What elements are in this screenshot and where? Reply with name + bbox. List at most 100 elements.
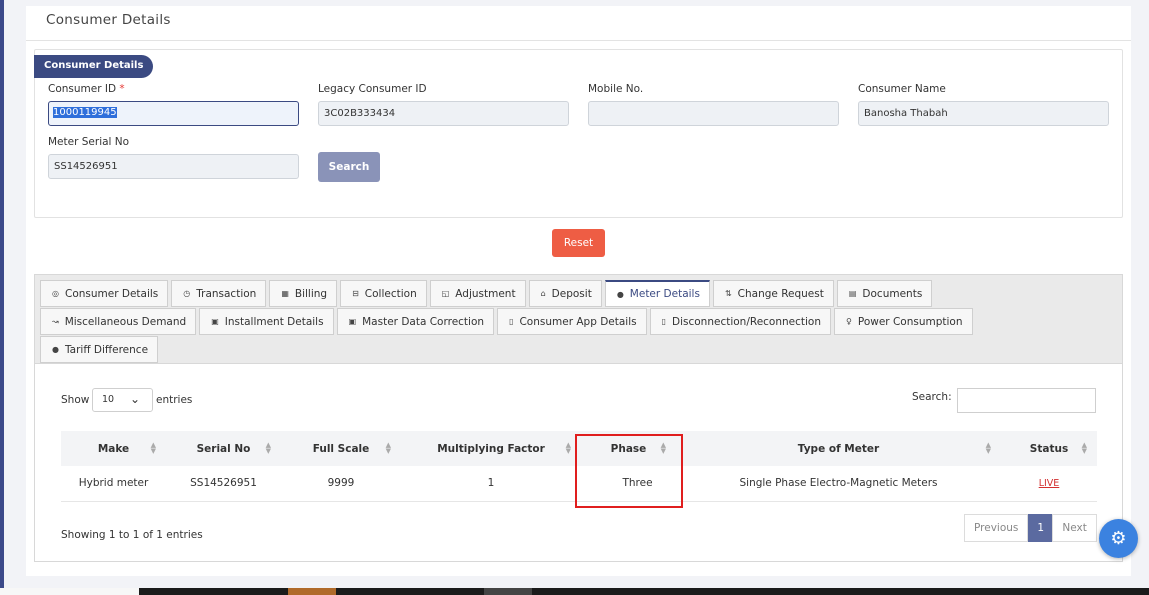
table-controls: Show 10 ⌄ entries Search: — [35, 364, 1122, 424]
search-button[interactable]: Search — [318, 152, 380, 182]
consumer-name-label: Consumer Name — [858, 83, 946, 95]
consumer-id-input[interactable]: 1000119945 — [48, 101, 299, 126]
tab-icon: ▯ — [509, 317, 514, 326]
page-container: Consumer Details Consumer Details Consum… — [26, 6, 1131, 576]
tab-icon: ▯ — [661, 317, 667, 326]
table-body: Hybrid meter SS14526951 9999 1 Three Single P… — [61, 466, 1097, 502]
table-header-row: Make ▲ ▼ Serial No ▲ ▼ Full Scale ▲ ▼ Multiplying… — [61, 431, 1097, 466]
sort-icon: ▲ ▼ — [660, 441, 666, 455]
gear-icon: ⚙ — [1110, 528, 1127, 549]
tab-disconnection-reconnection[interactable]: ▯ Disconnection/Reconnection — [649, 308, 832, 335]
tab-icon: ↝ — [52, 317, 59, 326]
table-info: Showing 1 to 1 of 1 entries — [61, 529, 203, 541]
cell-phase: Three — [581, 466, 676, 502]
table-search-input[interactable] — [957, 388, 1096, 413]
page-title: Consumer Details — [46, 12, 171, 28]
tab-adjustment[interactable]: ◱ Adjustment — [429, 280, 526, 307]
column-header-phase[interactable]: Phase ▲ ▼ — [581, 431, 676, 466]
tab-label: Change Request — [737, 287, 824, 300]
column-header-status[interactable]: Status ▲ ▼ — [1001, 431, 1097, 466]
tab-icon: ◷ — [183, 289, 191, 298]
settings-gear-button[interactable]: ⚙ — [1099, 519, 1138, 558]
legacy-id-label: Legacy Consumer ID — [318, 83, 427, 95]
meter-serial-label: Meter Serial No — [48, 136, 130, 148]
tab-billing[interactable]: ▦ Billing — [269, 280, 338, 307]
tab-label: Deposit — [551, 287, 592, 300]
consumer-name-input[interactable] — [858, 101, 1109, 126]
tab-label: Consumer Details — [64, 287, 159, 300]
entries-select[interactable]: 10 ⌄ — [92, 388, 153, 412]
sort-icon: ▲ ▼ — [265, 441, 271, 455]
column-header-full-scale[interactable]: Full Scale ▲ ▼ — [281, 431, 401, 466]
legacy-id-input[interactable] — [318, 101, 569, 126]
table-row: Hybrid meter SS14526951 9999 1 Three Single P… — [61, 466, 1097, 502]
tab-icon: ● — [52, 345, 59, 354]
tab-meter-details[interactable]: ● Meter Details — [604, 280, 710, 307]
tab-collection[interactable]: ⊟ Collection — [340, 280, 427, 307]
cell-value: 1 — [487, 477, 495, 490]
taskbar-app-1[interactable] — [288, 588, 336, 595]
tab-icon: ▣ — [348, 317, 357, 326]
sort-icon: ▲ ▼ — [985, 441, 991, 455]
table-search-label: Search: — [912, 391, 952, 403]
status-live-link[interactable]: LIVE — [1039, 478, 1060, 489]
tab-consumer-details[interactable]: ◎ Consumer Details — [40, 280, 169, 307]
tab-documents[interactable]: ▤ Documents — [836, 280, 933, 307]
mobile-field: Mobile No. — [588, 83, 839, 126]
taskbar-app-2[interactable] — [484, 588, 532, 595]
column-header-multiplying-factor[interactable]: Multiplying Factor ▲ ▼ — [401, 431, 581, 466]
tab-power-consumption[interactable]: ♀ Power Consumption — [834, 308, 973, 335]
column-header-make[interactable]: Make ▲ ▼ — [61, 431, 166, 466]
column-header-serial-no[interactable]: Serial No ▲ ▼ — [166, 431, 281, 466]
tab-icon: ▦ — [281, 289, 289, 298]
next-button[interactable]: Next — [1052, 514, 1097, 542]
tab-label: Miscellaneous Demand — [64, 315, 187, 328]
previous-button[interactable]: Previous — [964, 514, 1029, 542]
tab-miscellaneous-demand[interactable]: ↝ Miscellaneous Demand — [40, 308, 197, 335]
column-header-type-of-meter[interactable]: Type of Meter ▲ ▼ — [676, 431, 1001, 466]
column-header-label: Type of Meter — [797, 442, 880, 455]
tab-icon: ● — [616, 289, 624, 299]
cell-value: SS14526951 — [190, 477, 257, 490]
tab-label: Adjustment — [455, 287, 516, 300]
cell-serial-no: SS14526951 — [166, 466, 281, 502]
tab-transaction[interactable]: ◷ Transaction — [171, 280, 267, 307]
sort-icon: ▲ ▼ — [1081, 441, 1087, 455]
tab-icon: ▣ — [211, 317, 219, 326]
cell-make: Hybrid meter — [61, 466, 166, 502]
tab-label: Tariff Difference — [64, 343, 149, 356]
tab-tariff-difference[interactable]: ● Tariff Difference — [40, 336, 159, 363]
entries-value: 10 — [102, 394, 115, 405]
cell-value: 9999 — [327, 477, 355, 490]
card-badge: Consumer Details — [34, 55, 154, 78]
cell-value: Single Phase Electro-Magnetic Meters — [739, 477, 938, 490]
tab-deposit[interactable]: ⌂ Deposit — [528, 280, 602, 307]
details-tabs-box: ◎ Consumer Details ◷ Transaction ▦ Billing ⊟ Co… — [34, 274, 1123, 562]
meter-serial-field: Meter Serial No — [48, 136, 299, 179]
tab-consumer-app-details[interactable]: ▯ Consumer App Details — [497, 308, 647, 335]
meter-details-table: Make ▲ ▼ Serial No ▲ ▼ Full Scale ▲ ▼ Multiplying… — [61, 431, 1097, 502]
column-header-label: Full Scale — [312, 442, 370, 455]
tab-icon: ◱ — [441, 289, 450, 298]
tab-icon: ⌂ — [540, 289, 546, 298]
tab-icon: ⇅ — [724, 289, 732, 298]
tab-master-data-correction[interactable]: ▣ Master Data Correction — [336, 308, 495, 335]
reset-button[interactable]: Reset — [552, 229, 605, 257]
tab-installment-details[interactable]: ▣ Installment Details — [199, 308, 334, 335]
cell-status: LIVE — [1001, 466, 1097, 502]
cell-multiplying-factor: 1 — [401, 466, 581, 502]
tab-label: Meter Details — [629, 288, 700, 300]
cell-value: Hybrid meter — [78, 477, 149, 490]
tab-change-request[interactable]: ⇅ Change Request — [712, 280, 834, 307]
tab-label: Installment Details — [224, 315, 324, 328]
consumer-id-label: Consumer ID * — [48, 83, 299, 95]
left-rail — [0, 0, 4, 588]
mobile-input[interactable] — [588, 101, 839, 126]
meter-serial-input[interactable] — [48, 154, 299, 179]
taskbar — [0, 588, 1149, 595]
cell-value: Three — [622, 477, 653, 490]
page-1-button[interactable]: 1 — [1028, 514, 1053, 542]
chevron-down-icon: ⌄ — [130, 392, 141, 406]
tab-label: Disconnection/Reconnection — [672, 315, 822, 328]
tab-row-1: ◎ Consumer Details ◷ Transaction ▦ Billing ⊟ Co… — [40, 280, 1118, 308]
